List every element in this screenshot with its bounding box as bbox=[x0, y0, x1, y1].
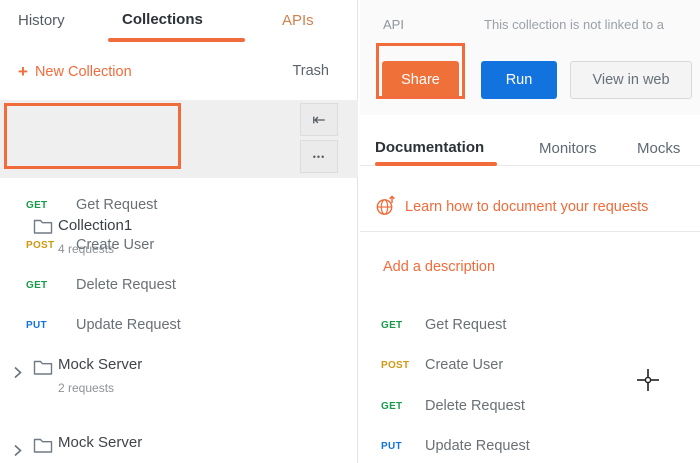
trash-button[interactable]: Trash bbox=[292, 63, 329, 79]
folder-name: Mock Server bbox=[58, 356, 142, 373]
new-collection-button[interactable]: + New Collection bbox=[18, 62, 132, 82]
collapse-panel-button[interactable]: ⇤ bbox=[300, 103, 338, 136]
request-item[interactable]: GET Get Request bbox=[26, 185, 346, 225]
plus-icon: + bbox=[18, 62, 28, 81]
request-item[interactable]: POST Create User bbox=[26, 225, 346, 265]
api-link-notice: This collection is not linked to a bbox=[484, 17, 700, 32]
doc-request-item[interactable]: PUT Update Request bbox=[381, 433, 681, 459]
tab-mocks[interactable]: Mocks bbox=[637, 140, 680, 157]
tab-monitors[interactable]: Monitors bbox=[539, 140, 597, 157]
request-name: Create User bbox=[76, 237, 154, 253]
sidebar: History Collections APIs + New Collection… bbox=[0, 0, 358, 463]
api-label: API bbox=[383, 17, 404, 32]
request-item[interactable]: GET Delete Request bbox=[26, 265, 346, 305]
folder-row-mock-server[interactable]: Mock Server 2 requests bbox=[0, 350, 358, 402]
collection-row[interactable]: Collection1 4 requests ⇤ ••• bbox=[0, 100, 358, 178]
tab-collections[interactable]: Collections bbox=[122, 11, 203, 28]
new-collection-label: New Collection bbox=[35, 64, 132, 80]
folder-icon bbox=[33, 436, 53, 459]
tab-history[interactable]: History bbox=[18, 12, 65, 29]
share-button[interactable]: Share bbox=[382, 61, 459, 99]
folder-icon bbox=[33, 358, 53, 381]
run-button[interactable]: Run bbox=[481, 61, 557, 99]
more-options-icon: ••• bbox=[313, 152, 325, 162]
section-divider bbox=[360, 231, 700, 232]
request-name: Create User bbox=[425, 357, 503, 373]
tab-apis[interactable]: APIs bbox=[282, 12, 314, 29]
request-item[interactable]: PUT Update Request bbox=[26, 305, 346, 345]
view-in-web-button[interactable]: View in web bbox=[570, 61, 692, 99]
request-name: Get Request bbox=[425, 317, 506, 333]
method-badge: GET bbox=[381, 320, 425, 331]
method-badge: GET bbox=[26, 200, 66, 211]
active-tab-underline bbox=[108, 38, 245, 42]
doc-tab-underline bbox=[375, 162, 497, 166]
method-badge: PUT bbox=[381, 441, 425, 452]
folder-name: Mock Server bbox=[58, 434, 142, 451]
doc-request-item[interactable]: GET Get Request bbox=[381, 312, 681, 338]
method-badge: GET bbox=[381, 401, 425, 412]
folder-row-mock-server[interactable]: Mock Server bbox=[0, 430, 358, 463]
method-badge: GET bbox=[26, 280, 66, 291]
app-window: History Collections APIs + New Collection… bbox=[0, 0, 700, 463]
publish-globe-icon bbox=[375, 195, 397, 222]
method-badge: PUT bbox=[26, 320, 66, 331]
method-badge: POST bbox=[26, 240, 66, 251]
add-description-link[interactable]: Add a description bbox=[383, 259, 495, 275]
collapse-icon: ⇤ bbox=[312, 110, 325, 130]
chevron-right-icon[interactable] bbox=[12, 444, 24, 462]
method-badge: POST bbox=[381, 360, 425, 371]
collection-options-button[interactable]: ••• bbox=[300, 140, 338, 173]
request-name: Get Request bbox=[76, 197, 157, 213]
request-name: Update Request bbox=[425, 438, 530, 454]
folder-meta: 2 requests bbox=[58, 381, 114, 395]
request-name: Delete Request bbox=[425, 398, 525, 414]
chevron-down-icon[interactable] bbox=[10, 225, 23, 243]
crosshair-cursor-icon bbox=[634, 366, 662, 399]
request-name: Delete Request bbox=[76, 277, 176, 293]
chevron-right-icon[interactable] bbox=[12, 366, 24, 384]
tab-documentation[interactable]: Documentation bbox=[375, 139, 484, 156]
learn-documentation-link[interactable]: Learn how to document your requests bbox=[405, 199, 648, 215]
request-name: Update Request bbox=[76, 317, 181, 333]
